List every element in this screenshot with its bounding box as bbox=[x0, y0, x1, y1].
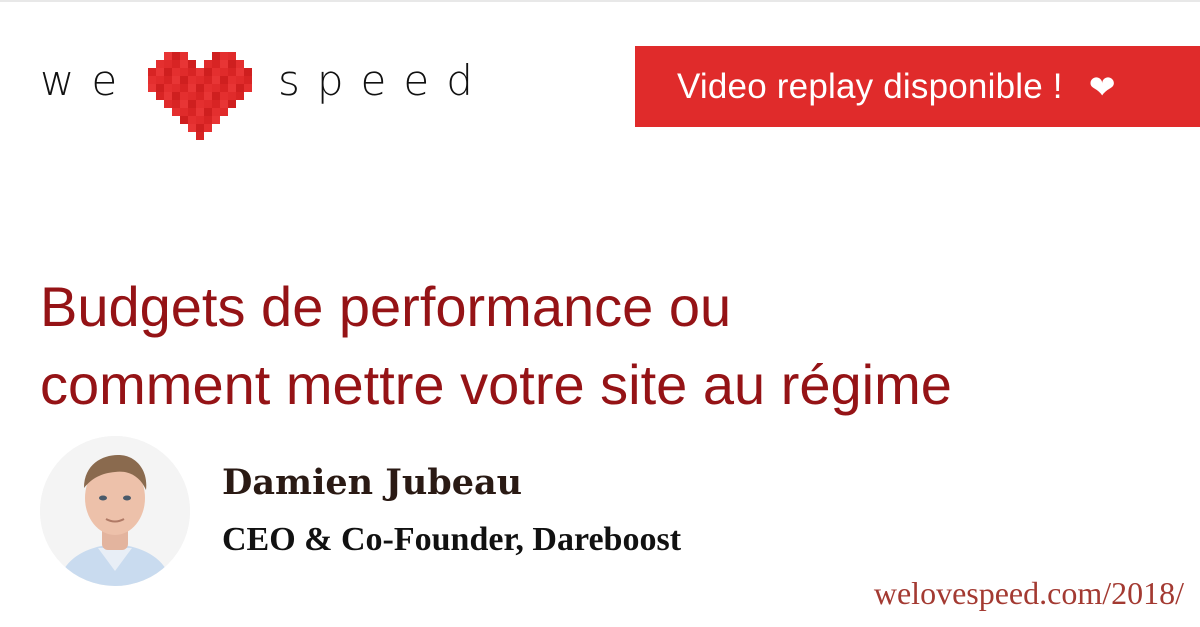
event-url-link[interactable]: welovespeed.com/2018/ bbox=[874, 575, 1184, 612]
pixel-heart-icon bbox=[148, 52, 252, 140]
welovespeed-logo[interactable]: we speed bbox=[40, 48, 480, 143]
speaker-avatar bbox=[40, 436, 190, 586]
speaker-portrait-icon bbox=[40, 436, 190, 586]
top-divider bbox=[0, 0, 1200, 2]
talk-title: Budgets de performance ou comment mettre… bbox=[40, 268, 1180, 424]
talk-title-line-2: comment mettre votre site au régime bbox=[40, 353, 952, 416]
talk-title-line-1: Budgets de performance ou bbox=[40, 275, 732, 338]
heart-icon: ❤ bbox=[1088, 68, 1116, 105]
speaker-role: CEO & Co-Founder, Dareboost bbox=[222, 521, 682, 558]
logo-word-speed: speed bbox=[278, 56, 490, 105]
logo-word-we: we bbox=[40, 56, 135, 105]
video-replay-label: Video replay disponible ! bbox=[677, 66, 1063, 106]
speaker-name: Damien Jubeau bbox=[222, 462, 523, 503]
video-replay-banner[interactable]: Video replay disponible ! ❤ bbox=[635, 46, 1200, 127]
